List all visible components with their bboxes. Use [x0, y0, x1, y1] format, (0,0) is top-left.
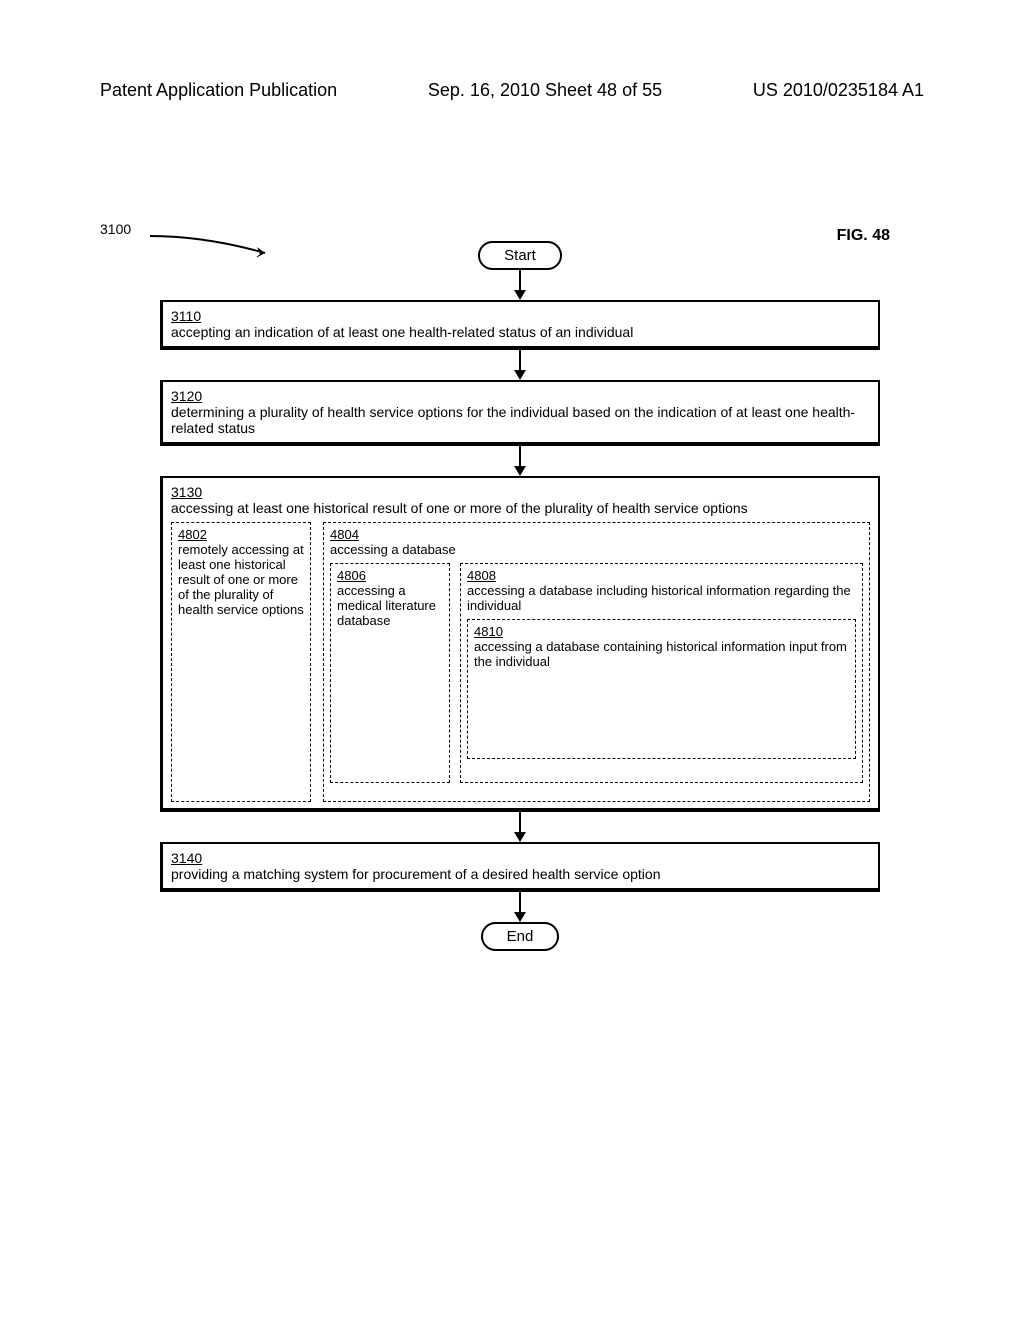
arrow-icon — [160, 270, 880, 300]
substep-number: 4810 — [474, 624, 849, 639]
substep-text: remotely accessing at least one historic… — [178, 542, 304, 617]
flowchart: 3100 FIG. 48 Start 3110 accepting an ind… — [160, 241, 880, 951]
substep-4808: 4808 accessing a database including hist… — [460, 563, 863, 783]
header-right: US 2010/0235184 A1 — [753, 80, 924, 101]
header-center: Sep. 16, 2010 Sheet 48 of 55 — [428, 80, 662, 101]
substep-number: 4808 — [467, 568, 856, 583]
figure-label: FIG. 48 — [837, 227, 890, 245]
substep-number: 4802 — [178, 527, 304, 542]
end-terminal: End — [481, 922, 560, 951]
arrow-icon — [160, 892, 880, 922]
reference-number: 3100 — [100, 221, 131, 237]
substep-number: 4806 — [337, 568, 443, 583]
start-terminal: Start — [478, 241, 562, 270]
substep-4810: 4810 accessing a database containing his… — [467, 619, 856, 759]
step-3130: 3130 accessing at least one historical r… — [160, 476, 880, 812]
substep-4806: 4806 accessing a medical literature data… — [330, 563, 450, 783]
arrow-icon — [160, 812, 880, 842]
substep-text: accessing a medical literature database — [337, 583, 436, 628]
arrow-icon — [160, 350, 880, 380]
step-3110: 3110 accepting an indication of at least… — [160, 300, 880, 350]
step-text: accessing at least one historical result… — [171, 500, 748, 516]
substep-number: 4804 — [330, 527, 863, 542]
step-3120: 3120 determining a plurality of health s… — [160, 380, 880, 446]
step-number: 3140 — [171, 850, 870, 866]
step-text: determining a plurality of health servic… — [171, 404, 855, 436]
substep-text: accessing a database containing historic… — [474, 639, 847, 669]
substep-4802: 4802 remotely accessing at least one his… — [171, 522, 311, 802]
page-header: Patent Application Publication Sep. 16, … — [100, 80, 924, 101]
substep-4804: 4804 accessing a database 4806 accessing… — [323, 522, 870, 802]
step-number: 3130 — [171, 484, 870, 500]
step-number: 3120 — [171, 388, 870, 404]
step-text: providing a matching system for procurem… — [171, 866, 660, 882]
reference-arrow — [145, 231, 275, 257]
page: Patent Application Publication Sep. 16, … — [0, 0, 1024, 1320]
step-3140: 3140 providing a matching system for pro… — [160, 842, 880, 892]
step-number: 3110 — [171, 308, 870, 324]
step-text: accepting an indication of at least one … — [171, 324, 633, 340]
arrow-icon — [160, 446, 880, 476]
substep-text: accessing a database including historica… — [467, 583, 851, 613]
substep-text: accessing a database — [330, 542, 456, 557]
header-left: Patent Application Publication — [100, 80, 337, 101]
